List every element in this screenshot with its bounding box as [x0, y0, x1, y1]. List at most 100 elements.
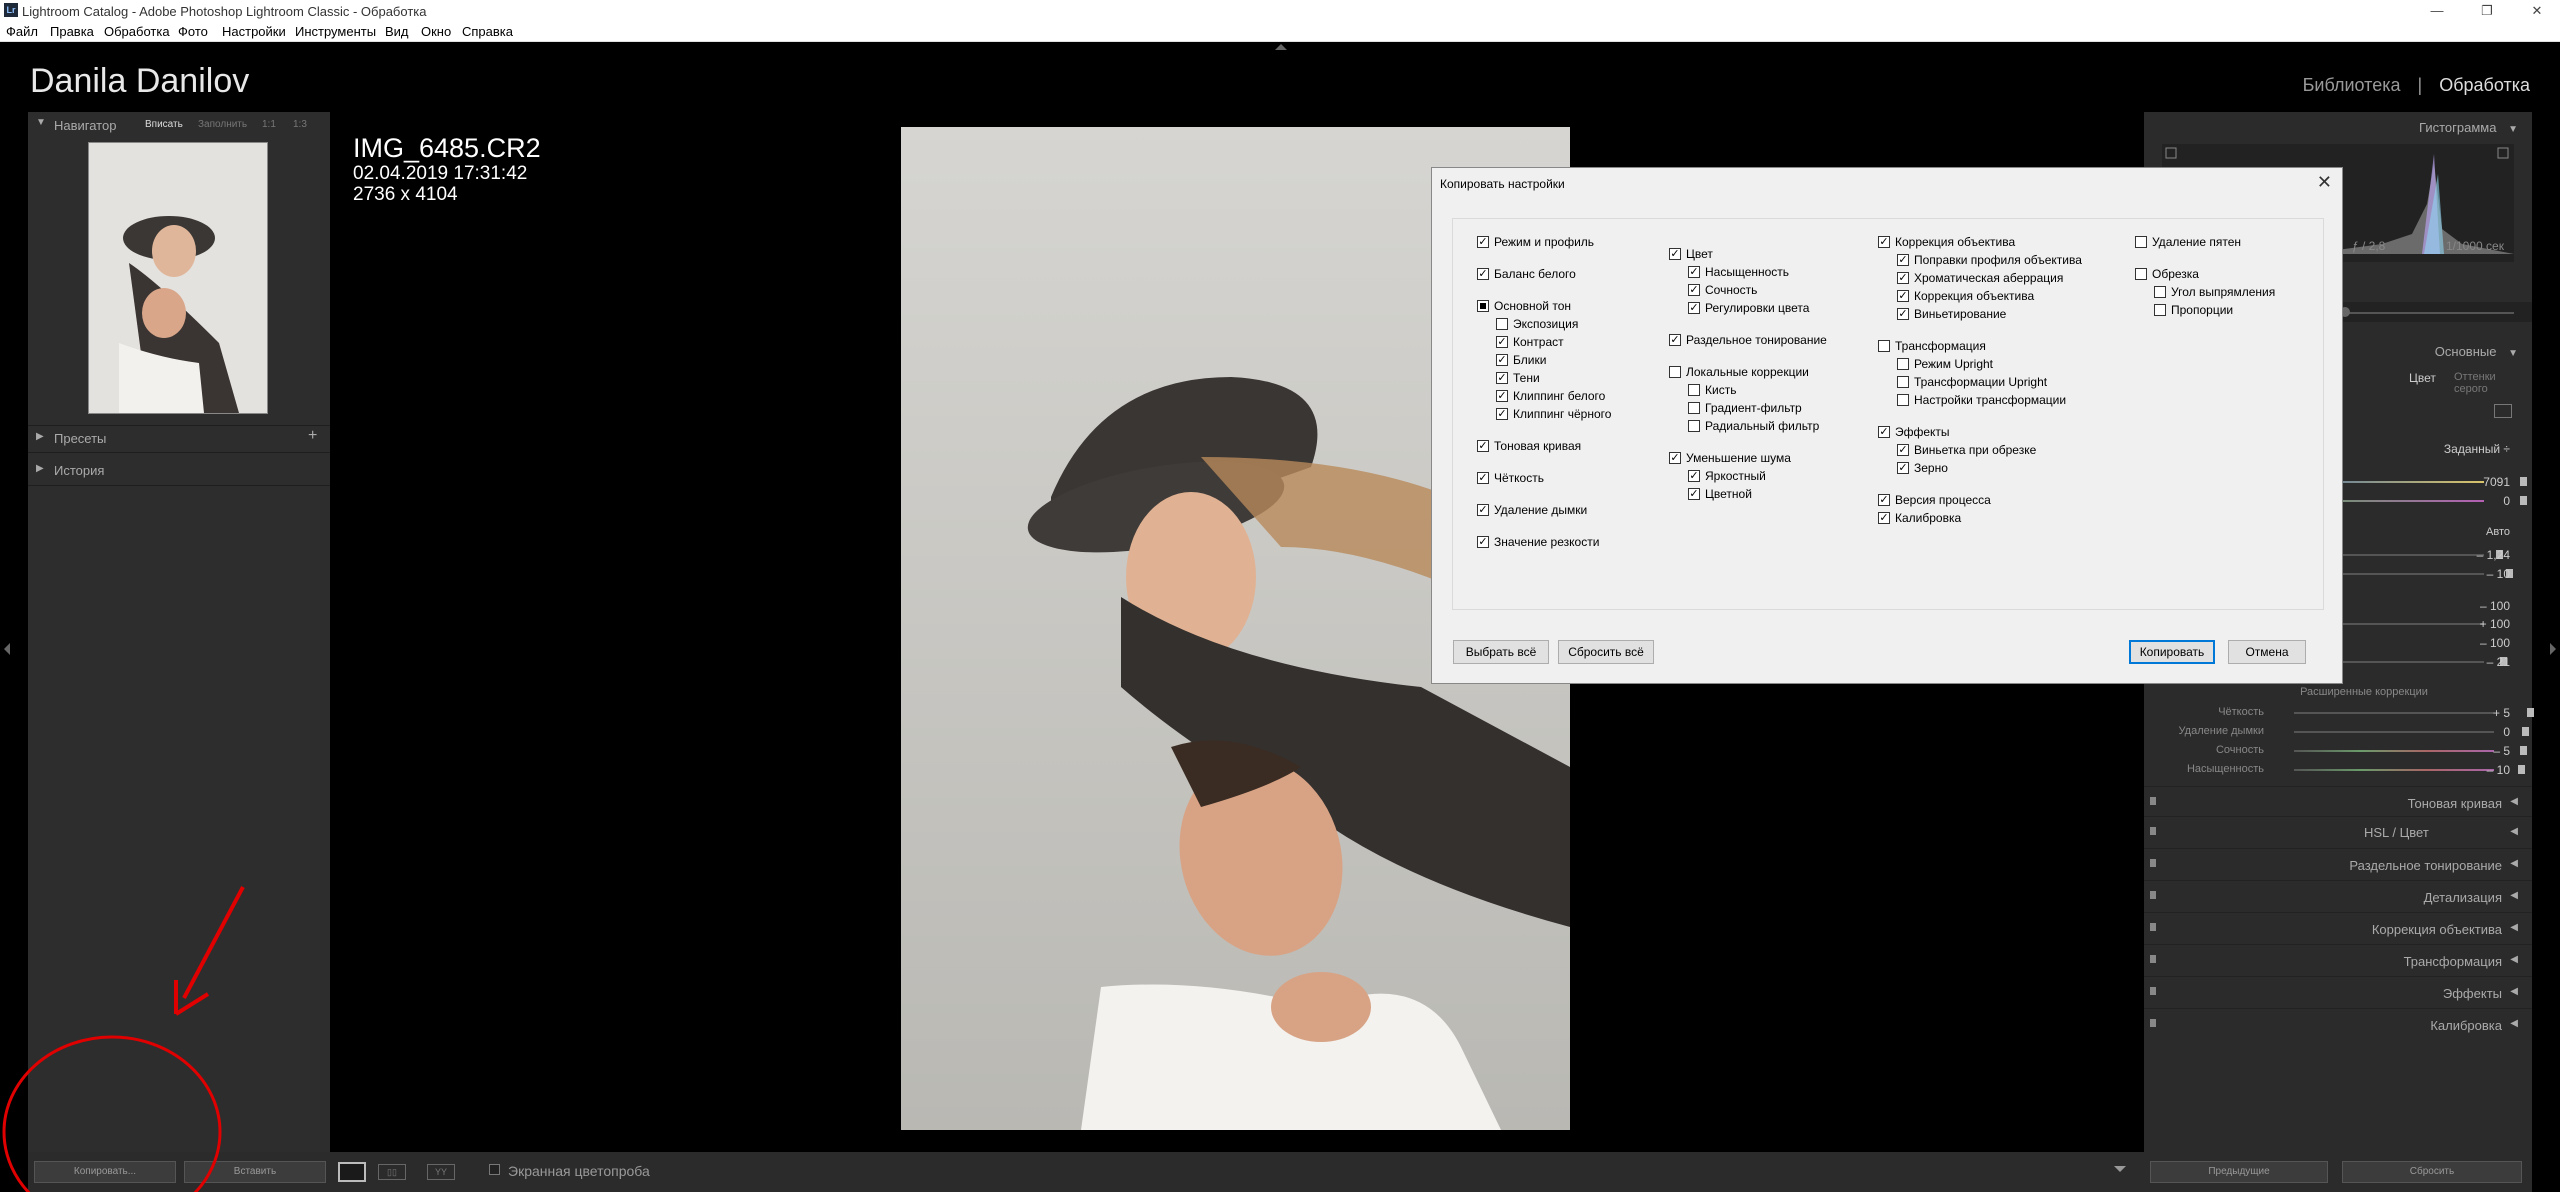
checkbox-box[interactable] — [1897, 358, 1909, 370]
panel-toggle-icon[interactable] — [2150, 923, 2156, 931]
navigator-fill[interactable]: Заполнить — [198, 119, 247, 130]
checkbox-box[interactable]: ✓ — [1878, 236, 1890, 248]
collapse-top-icon[interactable] — [1275, 44, 1287, 50]
checkbox-box[interactable]: ✓ — [1477, 236, 1489, 248]
panel-lens-corrections[interactable]: Коррекция объектива ◀ — [2144, 912, 2532, 942]
checkbox-box[interactable]: ✓ — [1688, 284, 1700, 296]
checkbox-box[interactable] — [1669, 366, 1681, 378]
checkbox-box[interactable]: ✓ — [1897, 308, 1909, 320]
panel-toggle-icon[interactable] — [2150, 987, 2156, 995]
module-develop[interactable]: Обработка — [2439, 75, 2530, 95]
menu-edit[interactable]: Правка — [50, 24, 94, 39]
checkbox-box[interactable]: ✓ — [1897, 462, 1909, 474]
checkbox-box[interactable]: ✓ — [1496, 336, 1508, 348]
dehaze-value[interactable]: 0 — [2503, 725, 2510, 739]
checkbox-box[interactable]: ✓ — [1669, 334, 1681, 346]
saturation-knob[interactable] — [2518, 765, 2525, 774]
checkbox-box[interactable]: ✓ — [1496, 390, 1508, 402]
navigator-ratio[interactable]: 1:3 — [293, 119, 307, 130]
softproof-checkbox[interactable] — [489, 1164, 500, 1175]
panel-effects[interactable]: Эффекты ◀ — [2144, 976, 2532, 1006]
module-library[interactable]: Библиотека — [2303, 75, 2401, 95]
checkbox-box[interactable]: ✓ — [1688, 488, 1700, 500]
panel-toggle-icon[interactable] — [2150, 955, 2156, 963]
menu-file[interactable]: Файл — [6, 24, 38, 39]
auto-tone[interactable]: Авто — [2486, 526, 2510, 538]
treatment-bw[interactable]: Оттенки серого — [2454, 371, 2532, 395]
checkbox-box[interactable]: ✓ — [1477, 536, 1489, 548]
contrast-value[interactable]: – 10 — [2487, 567, 2510, 581]
vibrance-slider[interactable] — [2294, 746, 2527, 755]
checkbox-box[interactable]: ✓ — [1669, 248, 1681, 260]
collapse-left-icon[interactable] — [4, 643, 10, 655]
checkbox-box[interactable] — [1878, 340, 1890, 352]
checkbox-box[interactable]: ✓ — [1688, 302, 1700, 314]
wb-mode[interactable]: Заданный ÷ — [2444, 442, 2510, 456]
checkbox-box[interactable]: ✓ — [1897, 254, 1909, 266]
checkbox-box[interactable] — [1897, 394, 1909, 406]
checkbox-box[interactable]: ✓ — [1878, 512, 1890, 524]
navigator-fit[interactable]: Вписать — [145, 119, 183, 130]
panel-calibration[interactable]: Калибровка ◀ — [2144, 1008, 2532, 1038]
clarity-knob[interactable] — [2527, 708, 2534, 717]
navigator-header[interactable]: ▼ Навигатор Вписать Заполнить 1:1 1:3 — [28, 114, 330, 136]
navigator-1to1[interactable]: 1:1 — [262, 119, 276, 130]
basic-header[interactable]: Основные ▼ — [2435, 344, 2518, 359]
checkbox-box[interactable] — [2135, 236, 2147, 248]
dehaze-slider[interactable] — [2294, 727, 2529, 736]
reset-button[interactable]: Сбросить — [2342, 1161, 2522, 1183]
panel-toggle-icon[interactable] — [2150, 891, 2156, 899]
menu-window[interactable]: Окно — [421, 24, 451, 39]
tint-value[interactable]: 0 — [2503, 494, 2510, 508]
temp-knob[interactable] — [2520, 477, 2527, 486]
checkbox-box[interactable]: ✓ — [1477, 440, 1489, 452]
checkbox-box[interactable]: ✓ — [1496, 372, 1508, 384]
vibrance-value[interactable]: – 5 — [2493, 744, 2510, 758]
panel-detail[interactable]: Детализация ◀ — [2144, 880, 2532, 910]
checkbox-box[interactable] — [2154, 304, 2166, 316]
reset-all-button[interactable]: Сбросить всё — [1558, 640, 1654, 664]
checkbox-box[interactable]: ✓ — [1496, 408, 1508, 420]
checkbox-box[interactable] — [1496, 318, 1508, 330]
panel-toggle-icon[interactable] — [2150, 859, 2156, 867]
blacks-value[interactable]: – 21 — [2487, 655, 2510, 669]
saturation-slider[interactable] — [2294, 765, 2525, 774]
menu-develop[interactable]: Обработка — [104, 24, 170, 39]
panel-split-toning[interactable]: Раздельное тонирование ◀ — [2144, 848, 2532, 878]
presets-header[interactable]: ▶ Пресеты + — [28, 426, 330, 448]
close-window-icon[interactable]: ✕ — [2514, 0, 2560, 22]
panel-toggle-icon[interactable] — [2150, 797, 2156, 805]
exposure-value[interactable]: – 1,24 — [2477, 548, 2510, 562]
checkbox-box[interactable] — [2154, 286, 2166, 298]
add-preset-icon[interactable]: + — [308, 427, 317, 445]
checkbox-box[interactable]: ✓ — [1477, 472, 1489, 484]
checkbox-box[interactable]: ✓ — [1878, 426, 1890, 438]
previous-button[interactable]: Предыдущие — [2150, 1161, 2328, 1183]
checkbox-box[interactable] — [1897, 376, 1909, 388]
shadows-value[interactable]: + 100 — [2480, 617, 2510, 631]
checkbox-box[interactable]: ✓ — [1897, 290, 1909, 302]
menu-view[interactable]: Вид — [385, 24, 409, 39]
panel-toggle-icon[interactable] — [2150, 827, 2156, 835]
panel-transform[interactable]: Трансформация ◀ — [2144, 944, 2532, 974]
saturation-value[interactable]: – 10 — [2487, 763, 2510, 777]
checkbox-box[interactable]: ✓ — [1897, 272, 1909, 284]
history-header[interactable]: ▶ История — [28, 458, 330, 480]
menu-photo[interactable]: Фото — [178, 24, 208, 39]
dialog-close-icon[interactable]: ✕ — [2317, 172, 2332, 193]
checkbox-box[interactable]: ✓ — [1878, 494, 1890, 506]
checkbox-box[interactable]: ✓ — [1688, 470, 1700, 482]
menu-help[interactable]: Справка — [462, 24, 513, 39]
checkbox-box[interactable] — [1477, 300, 1489, 312]
treatment-color[interactable]: Цвет — [2409, 371, 2436, 385]
histogram-header[interactable]: Гистограмма ▼ — [2419, 120, 2518, 135]
highlights-value[interactable]: – 100 — [2480, 599, 2510, 613]
select-all-button[interactable]: Выбрать всё — [1453, 640, 1549, 664]
loupe-view-icon[interactable] — [338, 1162, 366, 1182]
checkbox-box[interactable] — [1688, 402, 1700, 414]
navigator-thumbnail[interactable] — [88, 142, 268, 414]
menu-settings[interactable]: Настройки — [222, 24, 286, 39]
panel-toggle-icon[interactable] — [2150, 1019, 2156, 1027]
panel-hsl[interactable]: HSL / Цвет ◀ — [2144, 816, 2532, 846]
before-after-icon[interactable]: ▯▯ — [378, 1164, 406, 1180]
